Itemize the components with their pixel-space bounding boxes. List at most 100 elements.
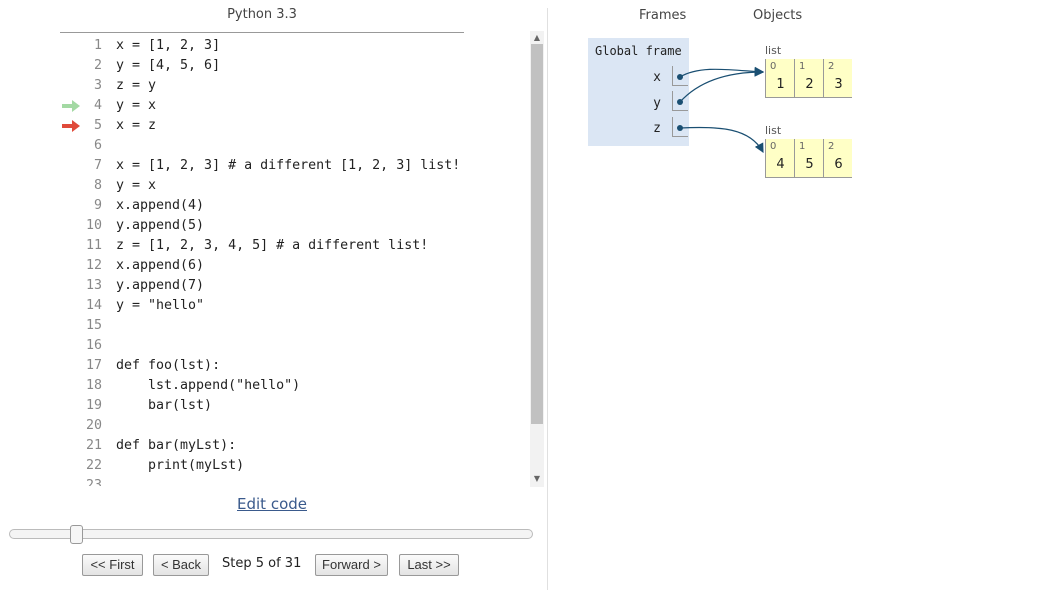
code-line: 17 def foo(lst): bbox=[60, 356, 530, 376]
line-number: 18 bbox=[85, 378, 102, 393]
list-object-1-cell: 12 bbox=[794, 59, 823, 98]
line-number: 23 bbox=[85, 478, 102, 486]
pointer-arrow-y bbox=[679, 67, 765, 103]
first-button[interactable]: << First bbox=[82, 554, 143, 576]
scroll-down-icon[interactable]: ▼ bbox=[530, 472, 544, 485]
step-slider-handle[interactable] bbox=[70, 525, 83, 544]
line-number: 20 bbox=[85, 418, 102, 433]
back-button[interactable]: < Back bbox=[153, 554, 209, 576]
cell-value: 1 bbox=[776, 77, 785, 92]
pointer-arrow-x bbox=[679, 66, 765, 78]
forward-button[interactable]: Forward > bbox=[315, 554, 388, 576]
previous-line-arrow-icon bbox=[62, 100, 80, 112]
code-line: 15 bbox=[60, 316, 530, 336]
code-text: print(myLst) bbox=[116, 458, 245, 473]
cell-index: 1 bbox=[799, 141, 806, 152]
line-number: 22 bbox=[85, 458, 102, 473]
code-line: 8 y = x bbox=[60, 176, 530, 196]
variable-y-pointer-dot bbox=[677, 99, 683, 105]
code-line: 19 bar(lst) bbox=[60, 396, 530, 416]
variable-y-name: y bbox=[653, 96, 661, 111]
code-line: 13 y.append(7) bbox=[60, 276, 530, 296]
code-text: y = x bbox=[116, 178, 157, 193]
last-button[interactable]: Last >> bbox=[399, 554, 459, 576]
code-line: 21 def bar(myLst): bbox=[60, 436, 530, 456]
code-text: def foo(lst): bbox=[116, 358, 221, 373]
cell-value: 5 bbox=[805, 157, 814, 172]
code-line: 16 bbox=[60, 336, 530, 356]
line-number: 2 bbox=[93, 58, 102, 73]
code-line: 3 z = y bbox=[60, 76, 530, 96]
cell-index: 0 bbox=[770, 61, 777, 72]
code-text: x = [1, 2, 3] bbox=[116, 38, 221, 53]
cell-value: 3 bbox=[834, 77, 843, 92]
line-number: 7 bbox=[93, 158, 102, 173]
list-object-1-label: list bbox=[765, 44, 782, 57]
cell-value: 6 bbox=[834, 157, 843, 172]
line-number: 8 bbox=[93, 178, 102, 193]
panel-divider bbox=[547, 8, 548, 590]
cell-index: 2 bbox=[828, 61, 835, 72]
list-object-2-cell: 26 bbox=[823, 139, 852, 178]
code-text: y.append(5) bbox=[116, 218, 205, 233]
line-number: 17 bbox=[85, 358, 102, 373]
code-text: y.append(7) bbox=[116, 278, 205, 293]
code-text: bar(lst) bbox=[116, 398, 213, 413]
variable-x-pointer-dot bbox=[677, 74, 683, 80]
cell-index: 1 bbox=[799, 61, 806, 72]
code-line: 11 z = [1, 2, 3, 4, 5] # a different list… bbox=[60, 236, 530, 256]
code-line: 9 x.append(4) bbox=[60, 196, 530, 216]
pointer-arrow-z bbox=[679, 126, 764, 154]
line-number: 1 bbox=[93, 38, 102, 53]
code-text: y = x bbox=[116, 98, 157, 113]
code-line: 7 x = [1, 2, 3] # a different [1, 2, 3] l… bbox=[60, 156, 530, 176]
line-number: 5 bbox=[93, 118, 102, 133]
line-number: 6 bbox=[93, 138, 102, 153]
code-line: 4 y = x bbox=[60, 96, 530, 116]
frames-header: Frames bbox=[639, 8, 687, 23]
list-object-2-cell: 04 bbox=[765, 139, 794, 178]
code-line: 14 y = "hello" bbox=[60, 296, 530, 316]
list-object-1-cell: 23 bbox=[823, 59, 852, 98]
line-number: 4 bbox=[93, 98, 102, 113]
code-line: 5 x = z bbox=[60, 116, 530, 136]
cell-value: 2 bbox=[805, 77, 814, 92]
current-line-arrow-icon bbox=[62, 120, 80, 132]
list-object-2-label: list bbox=[765, 124, 782, 137]
global-frame-title: Global frame bbox=[595, 44, 682, 58]
scroll-up-icon[interactable]: ▲ bbox=[530, 31, 544, 44]
list-object-1-cell: 01 bbox=[765, 59, 794, 98]
code-text: lst.append("hello") bbox=[116, 378, 301, 393]
code-text: y = "hello" bbox=[116, 298, 205, 313]
code-text: def bar(myLst): bbox=[116, 438, 237, 453]
step-counter: Step 5 of 31 bbox=[222, 556, 302, 571]
line-number: 3 bbox=[93, 78, 102, 93]
step-slider-track[interactable] bbox=[9, 529, 533, 539]
code-line: 12 x.append(6) bbox=[60, 256, 530, 276]
code-listing: 1 x = [1, 2, 3] 2 y = [4, 5, 6] 3 z = y 4 y = x… bbox=[60, 33, 530, 486]
line-number: 19 bbox=[85, 398, 102, 413]
code-line: 2 y = [4, 5, 6] bbox=[60, 56, 530, 76]
code-text: z = y bbox=[116, 78, 157, 93]
edit-code-link[interactable]: Edit code bbox=[237, 495, 307, 513]
code-text: y = [4, 5, 6] bbox=[116, 58, 221, 73]
line-number: 12 bbox=[85, 258, 102, 273]
cell-index: 2 bbox=[828, 141, 835, 152]
code-scrollbar-thumb[interactable] bbox=[531, 44, 543, 424]
code-text: z = [1, 2, 3, 4, 5] # a different list! bbox=[116, 238, 429, 253]
line-number: 10 bbox=[85, 218, 102, 233]
line-number: 11 bbox=[85, 238, 102, 253]
line-number: 9 bbox=[93, 198, 102, 213]
cell-value: 4 bbox=[776, 157, 785, 172]
code-text: x.append(4) bbox=[116, 198, 205, 213]
list-object-2-cell: 15 bbox=[794, 139, 823, 178]
line-number: 14 bbox=[85, 298, 102, 313]
code-text: x = z bbox=[116, 118, 157, 133]
code-line: 18 lst.append("hello") bbox=[60, 376, 530, 396]
code-line: 6 bbox=[60, 136, 530, 156]
line-number: 13 bbox=[85, 278, 102, 293]
variable-x-name: x bbox=[653, 70, 661, 85]
code-line: 1 x = [1, 2, 3] bbox=[60, 36, 530, 56]
code-line: 23 bbox=[60, 476, 530, 486]
code-text: x.append(6) bbox=[116, 258, 205, 273]
